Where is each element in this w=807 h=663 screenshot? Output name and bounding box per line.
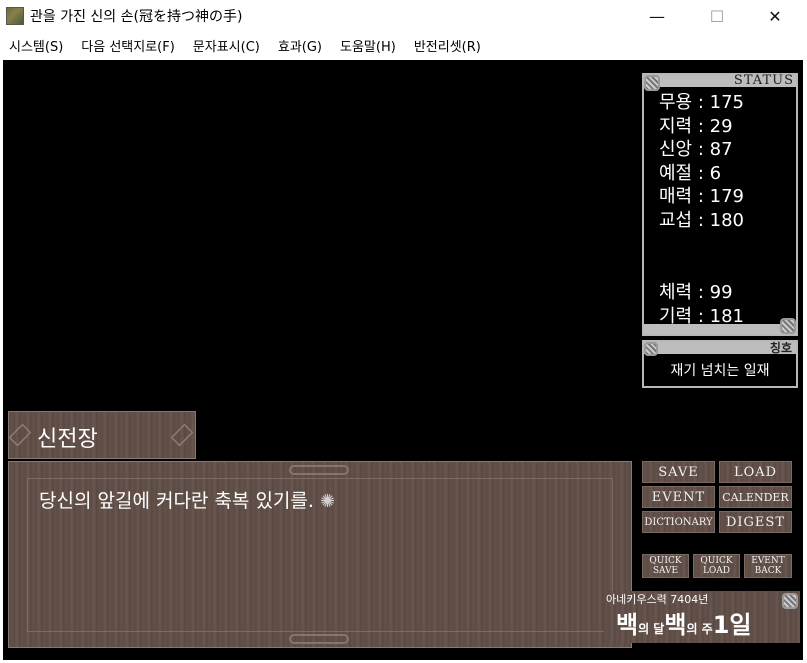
menu-next-choice[interactable]: 다음 선택지로(F) xyxy=(72,36,184,55)
quick-save-label-1: QUICK xyxy=(649,556,682,566)
app-icon xyxy=(6,7,24,25)
quick-save-label-2: SAVE xyxy=(652,566,679,576)
continue-cursor-icon: ✺ xyxy=(319,491,336,512)
quick-load-button[interactable]: QUICK LOAD xyxy=(693,554,740,578)
date-of-week: 의 주 xyxy=(686,622,713,636)
event-back-label-2: BACK xyxy=(754,566,782,576)
menu-text-display[interactable]: 문자표시(C) xyxy=(184,36,269,55)
quick-load-label-1: QUICK xyxy=(700,556,733,566)
vital-list: 체력 : 99 기력 : 181 xyxy=(659,278,744,327)
stat-valor: 무용 : 175 xyxy=(659,92,744,113)
status-header-label: STATUS xyxy=(733,73,794,88)
date-month: 백 xyxy=(616,611,639,639)
honorific-panel: 칭호 재기 넘치는 일재 xyxy=(642,340,798,388)
game-area: STATUS 무용 : 175 지력 : 29 신앙 : 87 예절 : 6 매… xyxy=(0,58,807,663)
date-main: 백의 달백의 주1일 xyxy=(616,605,752,640)
date-day: 1일 xyxy=(712,611,752,639)
menu-effects[interactable]: 효과(G) xyxy=(269,36,331,55)
ornament-icon xyxy=(170,423,194,447)
stat-intellect: 지력 : 29 xyxy=(659,115,733,137)
stat-energy: 기력 : 181 xyxy=(659,305,744,327)
digest-button[interactable]: DIGEST xyxy=(719,511,792,533)
window-titlebar: 관을 가진 신의 손(冠を持つ神の手) — ☐ ✕ xyxy=(0,0,807,32)
celtic-knot-icon xyxy=(644,342,658,356)
event-back-label-1: EVENT xyxy=(751,556,785,566)
stat-faith: 신앙 : 87 xyxy=(659,139,733,161)
date-display: 아네키우스력 7404년 백의 달백의 주1일 xyxy=(604,591,800,643)
stat-charm: 매력 : 179 xyxy=(659,186,744,208)
stat-negotiation: 교섭 : 180 xyxy=(659,209,744,231)
quick-load-label-2: LOAD xyxy=(702,566,731,576)
load-button[interactable]: LOAD xyxy=(719,461,792,483)
maximize-button[interactable]: ☐ xyxy=(694,0,740,32)
game-stage[interactable]: STATUS 무용 : 175 지력 : 29 신앙 : 87 예절 : 6 매… xyxy=(3,60,803,660)
date-week: 백 xyxy=(664,611,687,639)
honorific-header: 칭호 xyxy=(644,341,796,355)
minimize-button[interactable]: — xyxy=(634,0,680,32)
celtic-knot-icon xyxy=(782,593,798,609)
speaker-name: 신전장 xyxy=(37,427,98,452)
status-header: STATUS xyxy=(644,73,796,88)
menu-system[interactable]: 시스템(S) xyxy=(0,36,72,55)
close-button[interactable]: ✕ xyxy=(752,0,798,32)
menu-bar: 시스템(S) 다음 선택지로(F) 문자표시(C) 효과(G) 도움말(H) 반… xyxy=(0,32,807,58)
stat-stamina: 체력 : 99 xyxy=(659,282,733,303)
speaker-name-box: 신전장 xyxy=(8,411,196,459)
message-text: 당신의 앞길에 커다란 축복 있기를. ✺ xyxy=(39,486,335,513)
stat-list: 무용 : 175 지력 : 29 신앙 : 87 예절 : 6 매력 : 179… xyxy=(659,88,744,231)
ornament-icon xyxy=(8,423,32,447)
ornament-icon xyxy=(289,465,349,475)
message-box[interactable]: 당신의 앞길에 커다란 축복 있기를. ✺ xyxy=(8,461,632,648)
calendar-button[interactable]: CALENDER xyxy=(719,486,792,508)
dictionary-button[interactable]: DICTIONARY xyxy=(642,511,715,533)
dialogue-line: 당신의 앞길에 커다란 축복 있기를. xyxy=(39,490,314,512)
event-button[interactable]: EVENT xyxy=(642,486,715,508)
stat-etiquette: 예절 : 6 xyxy=(659,162,722,184)
status-panel: STATUS 무용 : 175 지력 : 29 신앙 : 87 예절 : 6 매… xyxy=(642,73,798,336)
celtic-knot-icon xyxy=(780,318,796,334)
quick-save-button[interactable]: QUICK SAVE xyxy=(642,554,689,578)
save-button[interactable]: SAVE xyxy=(642,461,715,483)
ornament-icon xyxy=(289,634,349,644)
menu-reset[interactable]: 반전리셋(R) xyxy=(405,36,490,55)
celtic-knot-icon xyxy=(644,75,660,91)
honorific-value: 재기 넘치는 일재 xyxy=(670,363,770,379)
status-footer xyxy=(644,324,796,334)
window-title: 관을 가진 신의 손(冠を持つ神の手) xyxy=(30,9,243,25)
menu-help[interactable]: 도움말(H) xyxy=(331,36,405,55)
event-back-button[interactable]: EVENT BACK xyxy=(744,554,792,578)
honorific-header-label: 칭호 xyxy=(769,341,792,355)
date-of-month: 의 달 xyxy=(638,622,665,636)
